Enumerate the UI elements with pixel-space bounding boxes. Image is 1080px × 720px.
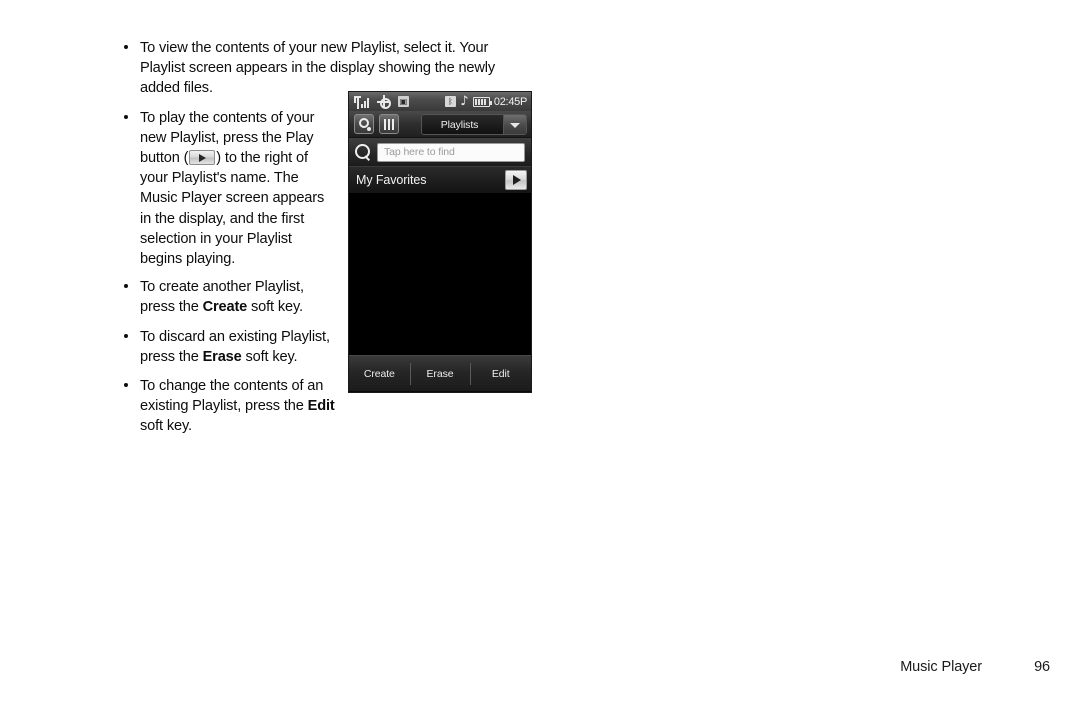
bullet-text-part1: To change the contents of an existing Pl… bbox=[140, 378, 324, 415]
softkey-edit[interactable]: Edit bbox=[470, 356, 531, 392]
bullet-dot-icon bbox=[124, 114, 128, 119]
chevron-down-icon[interactable] bbox=[503, 115, 526, 134]
phone-screenshot: ▣ ᛒ ♪ 02:45P Playlists Tap here to find bbox=[349, 92, 531, 392]
playlists-dropdown-label: Playlists bbox=[440, 118, 479, 131]
music-note-icon: ♪ bbox=[460, 93, 469, 109]
softkey-erase[interactable]: Erase bbox=[409, 356, 471, 392]
gps-icon bbox=[377, 95, 391, 109]
bullet-dot-icon bbox=[124, 383, 128, 388]
list-empty-area bbox=[349, 194, 531, 355]
play-icon[interactable] bbox=[505, 170, 527, 190]
signal-icon bbox=[354, 95, 369, 109]
bullet-dot-icon bbox=[124, 45, 128, 49]
status-time: 02:45P bbox=[493, 95, 527, 108]
footer-chapter: Music Player bbox=[900, 659, 982, 675]
softkey-name-edit: Edit bbox=[307, 398, 335, 415]
bullet-dot-icon bbox=[124, 284, 128, 289]
status-icons-right: ᛒ ♪ 02:45P bbox=[444, 92, 528, 111]
bullet-text-part2: ) to the right of your Playlist's name. … bbox=[140, 150, 325, 268]
list-item[interactable]: My Favorites bbox=[349, 166, 531, 194]
search-placeholder: Tap here to find bbox=[384, 146, 455, 158]
phone-search-row: Tap here to find bbox=[349, 138, 531, 166]
footer-page-number: 96 bbox=[1034, 659, 1050, 675]
phone-toolbar: Playlists bbox=[349, 111, 531, 138]
playlist-list: My Favorites bbox=[349, 166, 531, 355]
bullet-play-contents: To play the contents of your new Playlis… bbox=[122, 108, 337, 270]
playlist-name: My Favorites bbox=[356, 173, 427, 187]
alarm-icon: ▣ bbox=[398, 96, 409, 107]
search-input[interactable]: Tap here to find bbox=[377, 142, 525, 162]
bullet-view-contents: To view the contents of your new Playlis… bbox=[122, 38, 522, 99]
play-button-icon bbox=[189, 150, 216, 166]
search-icon bbox=[355, 144, 371, 160]
page-footer: Music Player 96 bbox=[0, 656, 1080, 678]
softkey-create[interactable]: Create bbox=[349, 356, 410, 392]
bluetooth-icon: ᛒ bbox=[444, 96, 456, 107]
phone-softkey-bar: Create Erase Edit bbox=[349, 355, 531, 391]
bullet-dot-icon bbox=[124, 333, 128, 338]
softkey-name-create: Create bbox=[202, 299, 248, 316]
page-root: To view the contents of your new Playlis… bbox=[0, 0, 1080, 720]
bullet-text-part2: soft key. bbox=[247, 299, 303, 316]
status-icons-left: ▣ bbox=[352, 95, 409, 109]
softkey-name-erase: Erase bbox=[202, 348, 242, 365]
bullet-text-part2: soft key. bbox=[241, 348, 298, 365]
bullet-change-contents: To change the contents of an existing Pl… bbox=[122, 376, 337, 437]
grid-view-icon[interactable] bbox=[379, 114, 399, 134]
playlists-dropdown[interactable]: Playlists bbox=[421, 114, 527, 135]
battery-icon bbox=[472, 96, 492, 107]
music-library-icon[interactable] bbox=[354, 114, 374, 134]
bullet-text-part2: soft key. bbox=[140, 418, 192, 435]
bullet-text: To view the contents of your new Playlis… bbox=[140, 40, 496, 97]
bullet-create-playlist: To create another Playlist, press the Cr… bbox=[122, 277, 337, 317]
bullet-discard-playlist: To discard an existing Playlist, press t… bbox=[122, 327, 337, 367]
phone-status-bar: ▣ ᛒ ♪ 02:45P bbox=[349, 92, 531, 111]
